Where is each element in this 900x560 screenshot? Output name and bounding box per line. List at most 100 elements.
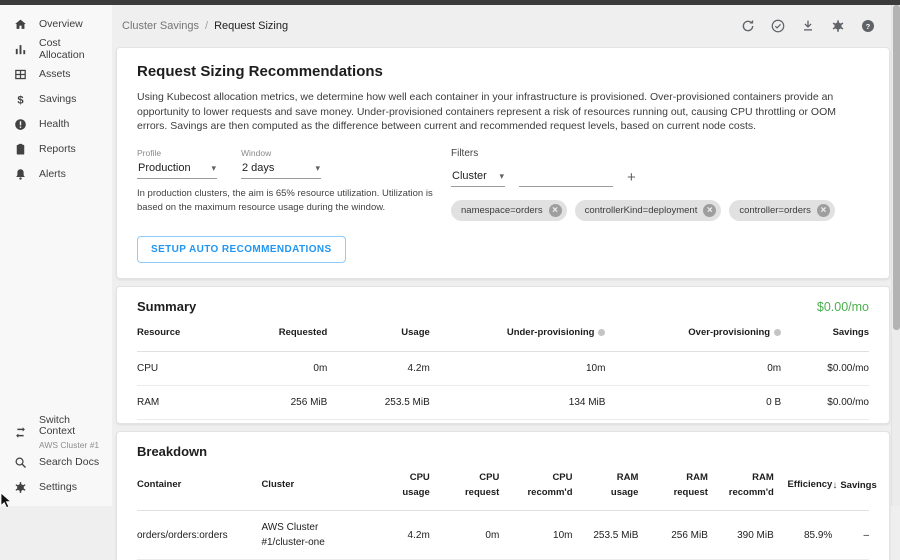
column-header-ram-usage[interactable]: RAMusage (573, 461, 639, 511)
sidebar-item-label: Savings (39, 94, 76, 106)
filter-chip[interactable]: controller=orders (729, 200, 835, 221)
sidebar-item-settings[interactable]: Settings (0, 475, 112, 500)
filter-chip[interactable]: controllerKind=deployment (575, 200, 722, 221)
top-header: Cluster Savings Request Sizing ? (112, 5, 900, 47)
table-cell: 0 B (605, 385, 781, 419)
column-header-cpu-usage[interactable]: CPUusage (364, 461, 430, 511)
breakdown-table: ContainerClusterCPUusageCPUrequestCPUrec… (137, 461, 869, 560)
help-icon[interactable]: ? (860, 18, 876, 34)
filter-type-select[interactable]: Cluster (451, 167, 505, 187)
info-icon (774, 329, 781, 336)
table-cell: 85.9% (774, 511, 833, 560)
table-cell: 0m (430, 511, 500, 560)
table-cell: 10m (499, 511, 572, 560)
table-cell: AWS Cluster #1/cluster-one (261, 511, 363, 560)
main-area: Cluster Savings Request Sizing ? Request… (112, 5, 900, 506)
column-header-ram-recomm-d[interactable]: RAMrecomm'd (708, 461, 774, 511)
table-cell: 253.5 MiB (573, 511, 639, 560)
chip-remove-icon[interactable] (703, 204, 716, 217)
request-sizing-card: Request Sizing Recommendations Using Kub… (116, 47, 890, 279)
summary-card: Summary $0.00/mo ResourceRequestedUsageU… (116, 286, 890, 424)
column-header-ram-request[interactable]: RAMrequest (638, 461, 708, 511)
window-label: Window (241, 148, 321, 158)
table-cell: RAM (137, 385, 247, 419)
svg-text:$: $ (17, 94, 24, 106)
window-select[interactable]: 2 days (241, 159, 321, 179)
chevron-down-icon (211, 162, 216, 174)
table-cell: 0m (247, 351, 328, 385)
column-header-container[interactable]: Container (137, 461, 261, 511)
gear-icon (13, 480, 28, 495)
sidebar-nav: Overview Cost Allocation Assets $ Savings Hea… (0, 12, 112, 187)
window-select-group: Window 2 days (241, 148, 321, 179)
setup-auto-recommendations-button[interactable]: SETUP AUTO RECOMMENDATIONS (137, 236, 346, 263)
download-icon[interactable] (800, 18, 816, 34)
table-cell: 10m (430, 351, 606, 385)
filter-chip[interactable]: namespace=orders (451, 200, 567, 221)
filter-value-input[interactable] (519, 169, 613, 187)
sidebar-item-overview[interactable]: Overview (0, 12, 112, 37)
header-actions: ? (740, 18, 876, 34)
profile-select-group: Profile Production (137, 148, 217, 179)
window-top-strip (0, 0, 900, 5)
app-root: Overview Cost Allocation Assets $ Savings Hea… (0, 0, 900, 506)
chip-label: namespace=orders (461, 205, 543, 216)
scrollbar-thumb[interactable] (893, 5, 900, 330)
add-filter-button[interactable]: + (627, 170, 636, 187)
column-header-cpu-request[interactable]: CPUrequest (430, 461, 500, 511)
sidebar-item-label: Alerts (39, 169, 66, 181)
page-title: Request Sizing Recommendations (137, 63, 869, 80)
sidebar-item-sublabel: AWS Cluster #1 (39, 440, 108, 450)
table-cell: 256 MiB (638, 511, 708, 560)
bar-chart-icon (13, 42, 28, 57)
table-cell: $0.00/mo (781, 351, 869, 385)
sidebar-item-reports[interactable]: Reports (0, 137, 112, 162)
profile-note: In production clusters, the aim is 65% r… (137, 187, 433, 215)
chip-label: controller=orders (739, 205, 811, 216)
svg-text:?: ? (866, 22, 871, 31)
table-cell: CPU (137, 351, 247, 385)
column-header-cpu-recomm-d[interactable]: CPUrecomm'd (499, 461, 572, 511)
sidebar-item-switch-context[interactable]: Switch Context AWS Cluster #1 (0, 415, 112, 450)
dollar-icon: $ (13, 92, 28, 107)
profile-value: Production (138, 162, 191, 174)
sidebar-item-label: Switch Context (39, 415, 108, 438)
table-row: CPU0m4.2m10m0m$0.00/mo (137, 351, 869, 385)
sidebar-item-label: Assets (39, 69, 71, 81)
controls-row: Profile Production Window 2 days (137, 148, 869, 221)
sidebar-item-cost-allocation[interactable]: Cost Allocation (0, 37, 112, 62)
sidebar-item-savings[interactable]: $ Savings (0, 87, 112, 112)
sidebar-item-alerts[interactable]: Alerts (0, 162, 112, 187)
gear-icon[interactable] (830, 18, 846, 34)
sidebar-item-label: Cost Allocation (39, 38, 108, 61)
check-circle-icon[interactable] (770, 18, 786, 34)
summary-total-savings: $0.00/mo (817, 300, 869, 314)
column-header-savings: Savings (781, 316, 869, 351)
column-header-cluster[interactable]: Cluster (261, 461, 363, 511)
home-icon (13, 17, 28, 32)
column-header-over-provisioning: Over-provisioning (605, 316, 781, 351)
column-header-savings[interactable]: ↓Savings (832, 461, 869, 511)
sidebar-item-search-docs[interactable]: Search Docs (0, 450, 112, 475)
table-cell: 4.2m (364, 511, 430, 560)
profile-select[interactable]: Production (137, 159, 217, 179)
sidebar-item-label: Search Docs (39, 457, 99, 469)
sidebar-item-health[interactable]: Health (0, 112, 112, 137)
vertical-scrollbar[interactable] (891, 5, 900, 506)
chip-remove-icon[interactable] (817, 204, 830, 217)
breadcrumb-separator (205, 20, 208, 32)
filters-label: Filters (451, 148, 835, 159)
sidebar-item-label: Health (39, 119, 69, 131)
sidebar-bottom: Switch Context AWS Cluster #1 Search Docs S… (0, 415, 112, 500)
health-icon (13, 117, 28, 132)
chip-remove-icon[interactable] (549, 204, 562, 217)
column-header-efficiency[interactable]: Efficiency (774, 461, 833, 511)
column-header-requested: Requested (247, 316, 328, 351)
chevron-down-icon (315, 162, 320, 174)
window-value: 2 days (242, 162, 274, 174)
sidebar-item-label: Overview (39, 19, 83, 31)
sidebar-item-assets[interactable]: Assets (0, 62, 112, 87)
refresh-icon[interactable] (740, 18, 756, 34)
breadcrumb-cluster-savings[interactable]: Cluster Savings (122, 20, 199, 32)
breakdown-card: Breakdown ContainerClusterCPUusageCPUreq… (116, 431, 890, 560)
